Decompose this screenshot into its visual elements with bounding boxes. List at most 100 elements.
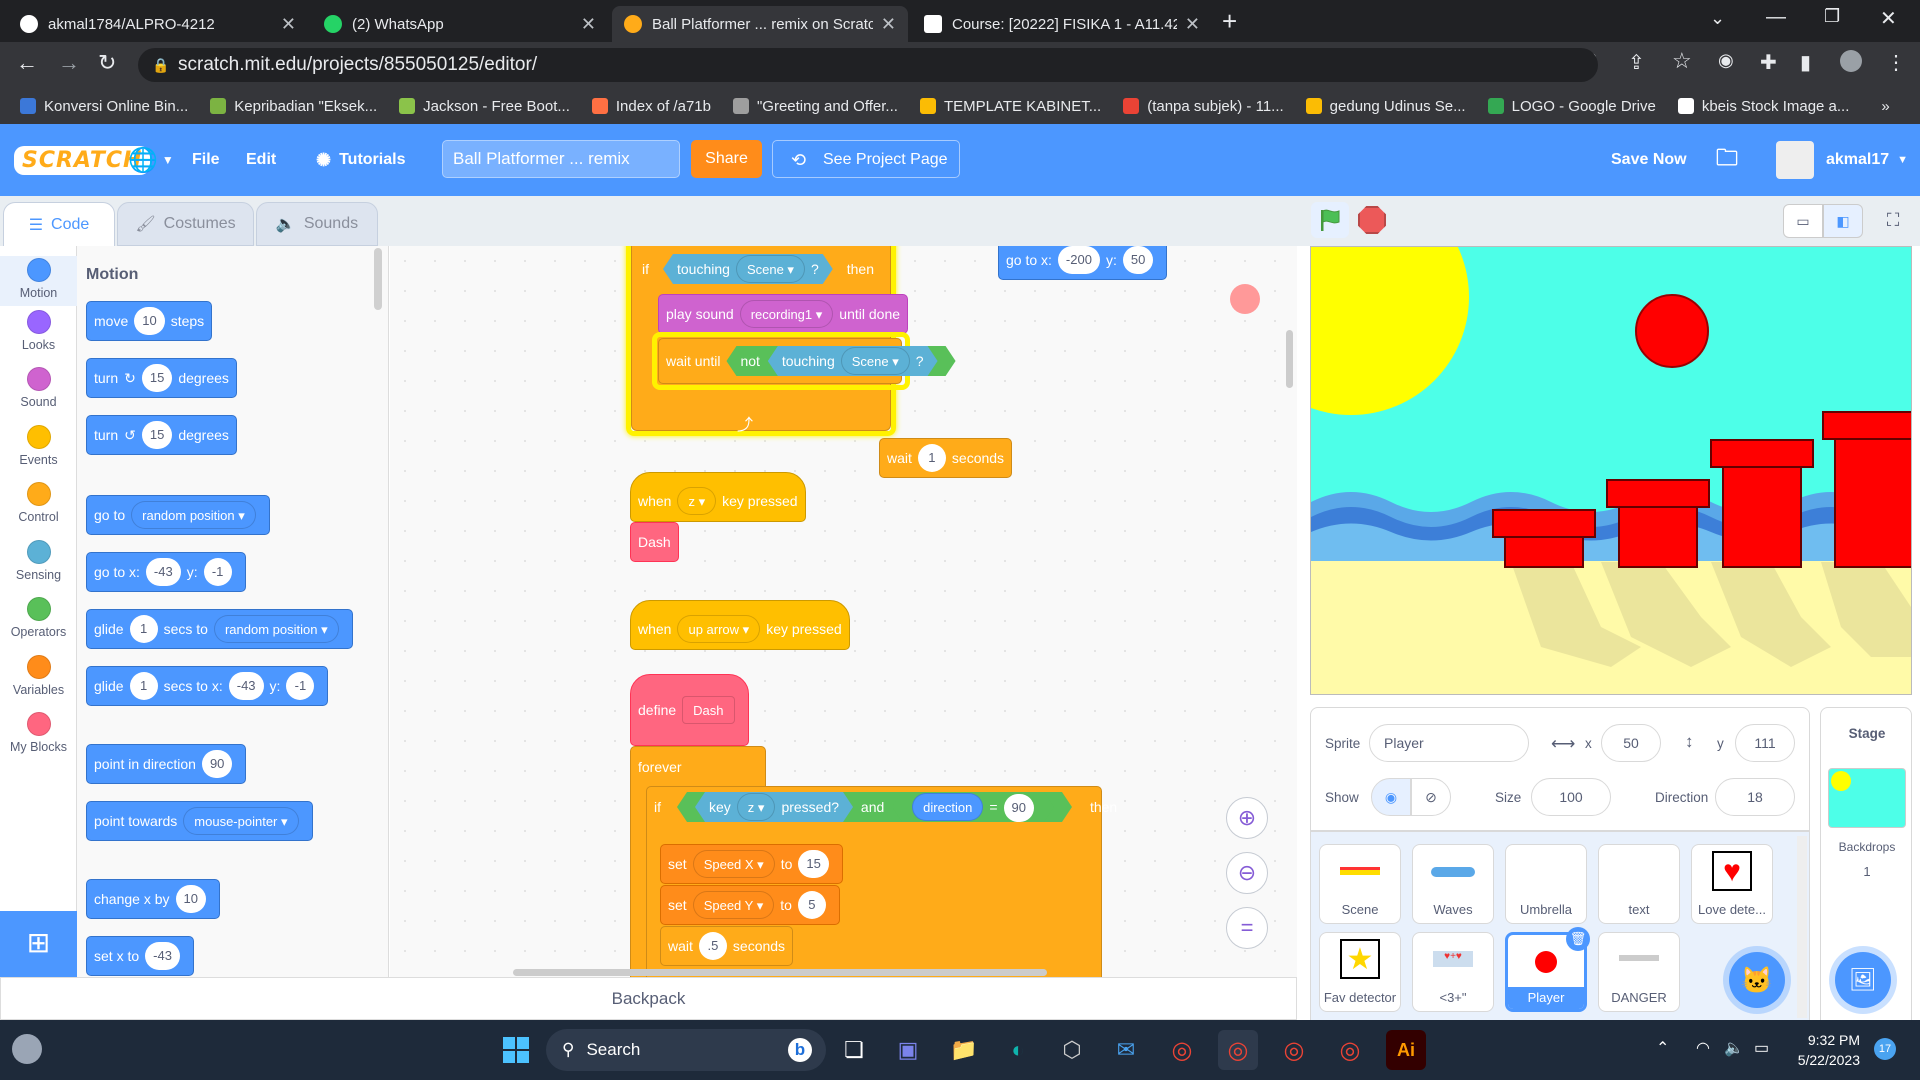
new-tab-button[interactable]: + <box>1222 6 1237 37</box>
reload-button[interactable]: ↻ <box>98 50 116 76</box>
bookmark-item[interactable]: (tanpa subjek) - 11... <box>1123 98 1284 115</box>
script-vertical-scrollbar[interactable] <box>1286 330 1293 388</box>
mail-icon[interactable]: ✉ <box>1106 1030 1146 1070</box>
backpack-panel[interactable]: Backpack <box>0 977 1297 1020</box>
palette-scrollbar[interactable] <box>374 248 382 310</box>
close-tab-icon[interactable]: ✕ <box>881 14 896 35</box>
variable-dropdown[interactable]: Speed Y ▾ <box>692 891 775 919</box>
choose-backdrop-button[interactable]: 🖼 <box>1835 952 1891 1008</box>
app-icon[interactable]: ⬡ <box>1052 1030 1092 1070</box>
show-sprite-button[interactable]: ◉ <box>1371 778 1411 816</box>
not-operator[interactable]: not touching Scene ▾? <box>726 346 955 376</box>
tab-code[interactable]: ☰ Code <box>3 202 115 246</box>
forward-button[interactable]: → <box>58 50 80 76</box>
wait-until-block[interactable]: wait until not touching Scene ▾? <box>658 338 902 384</box>
sprite-tile-umbrella[interactable]: Umbrella <box>1505 844 1587 924</box>
edge-icon[interactable]: ◐ <box>998 1030 1038 1070</box>
battery-icon[interactable]: ▭ <box>1754 1038 1769 1058</box>
sprite-list-scrollbar[interactable] <box>1797 836 1807 1018</box>
bookmark-item[interactable]: Konversi Online Bin... <box>20 98 188 115</box>
bookmark-item[interactable]: Kepribadian "Eksek... <box>210 98 377 115</box>
sprite-tile-danger[interactable]: DANGER <box>1598 932 1680 1012</box>
restore-button[interactable]: ❐ <box>1824 6 1840 27</box>
file-menu[interactable]: File <box>192 124 220 196</box>
touching-condition[interactable]: touching Scene ▾? <box>663 254 833 284</box>
tab-costumes[interactable]: 🖌 Costumes <box>117 202 254 246</box>
sprite-tile-text[interactable]: text <box>1598 844 1680 924</box>
tray-chevron-icon[interactable]: ⌃ <box>1656 1038 1669 1058</box>
sprite-tile-love-detector[interactable]: ♥ Love dete... <box>1691 844 1773 924</box>
task-view-icon[interactable]: ❏ <box>834 1030 874 1070</box>
script-area[interactable]: if touching Scene ▾? then play sound recor… <box>390 246 1297 977</box>
palette-goto-xy-block[interactable]: go to x: -43 y: -1 <box>86 552 246 592</box>
stage-canvas[interactable] <box>1310 246 1912 695</box>
zoom-out-button[interactable]: ⊖ <box>1226 852 1268 894</box>
script-horizontal-scrollbar[interactable] <box>513 969 1047 976</box>
save-now-button[interactable]: Save Now <box>1611 124 1687 196</box>
wait-seconds-block[interactable]: wait 1 seconds <box>879 438 1013 478</box>
category-motion[interactable]: Motion <box>0 256 77 306</box>
close-tab-icon[interactable]: ✕ <box>581 14 596 35</box>
when-up-arrow-hat[interactable]: when up arrow ▾ key pressed <box>630 600 850 650</box>
palette-goto-random-block[interactable]: go to random position ▾ <box>86 495 270 535</box>
bookmark-item[interactable]: gedung Udinus Se... <box>1305 98 1466 115</box>
chrome-profile-icon[interactable]: ◎ <box>1274 1030 1314 1070</box>
share-page-icon[interactable]: ⇪ <box>1628 50 1645 75</box>
my-stuff-folder-icon[interactable]: 🗀 <box>1716 124 1738 196</box>
set-speed-y-block[interactable]: set Speed Y ▾ to 5 <box>660 885 840 925</box>
tab-search-icon[interactable]: ⌄ <box>1710 8 1725 29</box>
side-panel-icon[interactable]: ▮ <box>1800 50 1811 75</box>
key-dropdown[interactable]: z ▾ <box>677 487 717 515</box>
wait-half-second-block[interactable]: wait .5 seconds <box>660 926 794 966</box>
key-dropdown[interactable]: up arrow ▾ <box>677 615 761 643</box>
wifi-icon[interactable]: ◠ <box>1696 1038 1710 1058</box>
bookmark-item[interactable]: kbeis Stock Image a... <box>1677 98 1849 115</box>
variable-dropdown[interactable]: Speed X ▾ <box>692 850 775 878</box>
choose-sprite-button[interactable]: 🐱 <box>1729 952 1785 1008</box>
palette-point-direction-block[interactable]: point in direction 90 <box>86 744 247 784</box>
category-sensing[interactable]: Sensing <box>0 540 77 582</box>
sprite-tile-player[interactable]: Player 🗑 <box>1505 927 1590 1012</box>
normal-stage-button[interactable]: ◧ <box>1823 204 1863 238</box>
palette-turn-right-block[interactable]: turn ↻ 15 degrees <box>86 358 237 398</box>
bookmark-item[interactable]: TEMPLATE KABINET... <box>919 98 1101 115</box>
start-button[interactable] <box>496 1030 536 1070</box>
bookmark-star-icon[interactable]: ☆ <box>1672 48 1692 74</box>
taskbar-search[interactable]: ⚲ Search b <box>546 1029 826 1071</box>
palette-set-x-block[interactable]: set x to -43 <box>86 936 194 976</box>
small-stage-button[interactable]: ▭ <box>1783 204 1823 238</box>
teams-icon[interactable]: ▣ <box>888 1030 928 1070</box>
palette-change-x-block[interactable]: change x by 10 <box>86 879 220 919</box>
stop-button[interactable] <box>1358 206 1386 234</box>
weather-icon[interactable] <box>12 1034 42 1064</box>
language-globe-icon[interactable]: 🌐 ▼ <box>128 124 174 196</box>
bookmark-item[interactable]: LOGO - Google Drive <box>1487 98 1656 115</box>
palette-move-block[interactable]: move 10 steps <box>86 301 213 341</box>
category-operators[interactable]: Operators <box>0 597 77 639</box>
illustrator-icon[interactable]: Ai <box>1386 1030 1426 1070</box>
chrome-icon[interactable]: ◎ <box>1162 1030 1202 1070</box>
when-key-pressed-hat[interactable]: when z ▾ key pressed <box>630 472 806 522</box>
glide-target-dropdown[interactable]: random position ▾ <box>213 615 339 643</box>
touching-condition[interactable]: touching Scene ▾? <box>768 346 938 376</box>
bookmarks-overflow-icon[interactable]: » <box>1881 98 1889 115</box>
delete-sprite-icon[interactable]: 🗑 <box>1566 927 1590 951</box>
browser-tab-course[interactable]: Course: [20222] FISIKA 1 - A11.42 ✕ <box>912 6 1212 42</box>
category-control[interactable]: Control <box>0 482 77 524</box>
stage-selector-panel[interactable]: Stage Backdrops 1 🖼 <box>1820 707 1912 1021</box>
goto-target-dropdown[interactable]: random position ▾ <box>131 501 256 529</box>
tab-sounds[interactable]: 🔈 Sounds <box>256 202 378 246</box>
chrome-profile-icon[interactable]: ◎ <box>1330 1030 1370 1070</box>
palette-glide-random-block[interactable]: glide 1 secs to random position ▾ <box>86 609 353 649</box>
palette-point-towards-block[interactable]: point towards mouse-pointer ▾ <box>86 801 313 841</box>
file-explorer-icon[interactable]: 📁 <box>944 1030 984 1070</box>
menu-kebab-icon[interactable]: ⋮ <box>1886 50 1906 75</box>
play-sound-until-done-block[interactable]: play sound recording1 ▾ until done <box>658 294 909 334</box>
edit-menu[interactable]: Edit <box>246 124 276 196</box>
category-events[interactable]: Events <box>0 425 77 467</box>
notification-badge[interactable]: 17 <box>1874 1038 1896 1060</box>
close-tab-icon[interactable]: ✕ <box>1185 14 1200 35</box>
sprite-tile-fav-detector[interactable]: ★ Fav detector <box>1319 932 1401 1012</box>
dash-call-block[interactable]: Dash <box>630 522 679 562</box>
volume-icon[interactable]: 🔈 <box>1724 1038 1744 1058</box>
